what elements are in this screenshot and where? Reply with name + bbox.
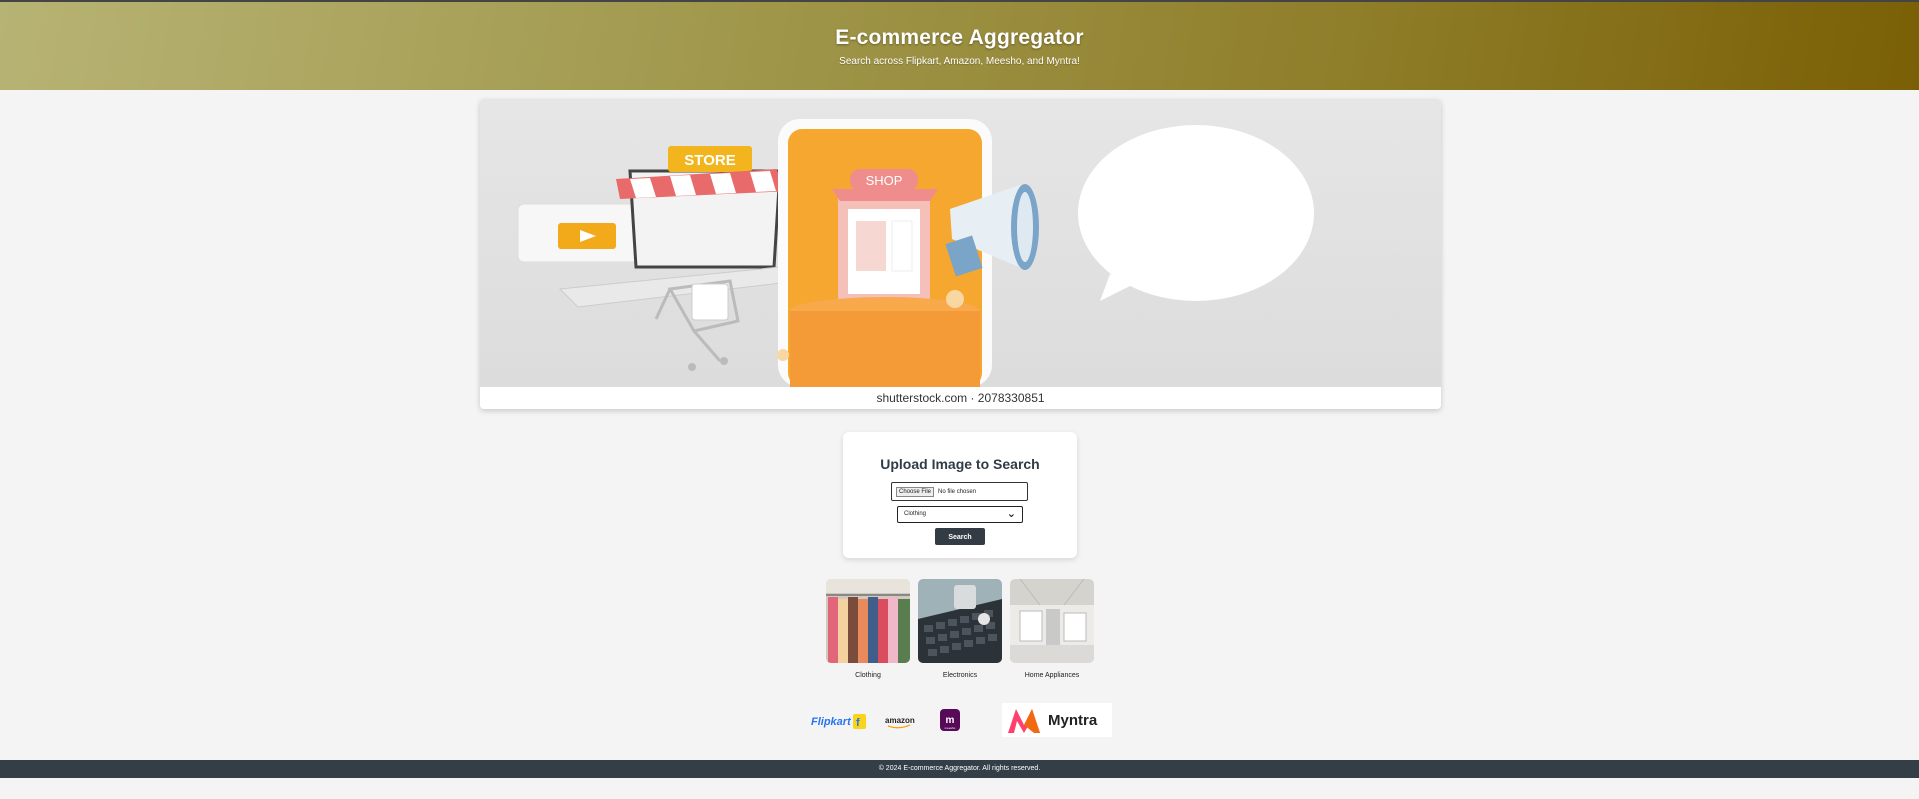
search-button[interactable]: Search <box>935 528 985 545</box>
category-selected-value: Clothing <box>904 511 927 517</box>
meesho-logo: m meesho <box>932 703 968 737</box>
svg-text:amazon: amazon <box>885 716 915 725</box>
page-title: E-commerce Aggregator <box>835 25 1084 49</box>
category-card-home-appliances[interactable]: Home Appliances <box>1010 579 1094 679</box>
svg-text:m: m <box>946 715 955 726</box>
banner-illustration: STORE SHOP <box>480 99 1441 387</box>
appliance-photo-icon[interactable] <box>1010 579 1094 663</box>
upload-heading: Upload Image to Search <box>880 456 1040 472</box>
category-select[interactable]: Clothing ⌄ <box>897 506 1023 523</box>
myntra-logo: Myntra <box>1002 703 1112 737</box>
chevron-down-icon: ⌄ <box>1006 508 1016 520</box>
category-label: Home Appliances <box>1024 672 1080 679</box>
site-footer: © 2024 E-commerce Aggregator. All rights… <box>0 760 1919 778</box>
category-label: Clothing <box>855 672 881 679</box>
file-upload-input[interactable]: Choose File No file chosen <box>891 482 1028 501</box>
shopping-illustration-icon: STORE SHOP <box>517 119 1314 387</box>
clothing-rack-photo-icon[interactable] <box>826 579 910 663</box>
flipkart-logo: Flipkart f <box>810 703 868 737</box>
page-subtitle: Search across Flipkart, Amazon, Meesho, … <box>839 55 1080 67</box>
category-card-clothing[interactable]: Clothing <box>826 579 910 679</box>
svg-text:meesho: meesho <box>945 726 956 730</box>
svg-text:Myntra: Myntra <box>1048 712 1098 729</box>
category-label: Electronics <box>942 672 978 679</box>
store-sign-text: STORE <box>684 152 735 169</box>
category-list: Clothing Electronics Home Appliances <box>826 579 1094 679</box>
amazon-logo: amazon <box>882 703 916 737</box>
keyboard-photo-icon[interactable] <box>918 579 1002 663</box>
svg-text:f: f <box>856 717 860 729</box>
copyright-text: © 2024 E-commerce Aggregator. All rights… <box>878 765 1041 772</box>
image-credit: shutterstock.com · 2078330851 <box>480 387 1441 409</box>
site-header: E-commerce Aggregator Search across Flip… <box>0 2 1919 90</box>
upload-panel: Upload Image to Search Choose File No fi… <box>843 432 1077 558</box>
file-status-text: No file chosen <box>938 488 977 495</box>
choose-file-button[interactable]: Choose File <box>896 486 935 497</box>
svg-text:Flipkart: Flipkart <box>811 716 852 728</box>
category-card-electronics[interactable]: Electronics <box>918 579 1002 679</box>
hero-banner: STORE SHOP shutterstock.com · 2078330851 <box>480 99 1441 409</box>
shop-sign-text: SHOP <box>866 173 903 188</box>
